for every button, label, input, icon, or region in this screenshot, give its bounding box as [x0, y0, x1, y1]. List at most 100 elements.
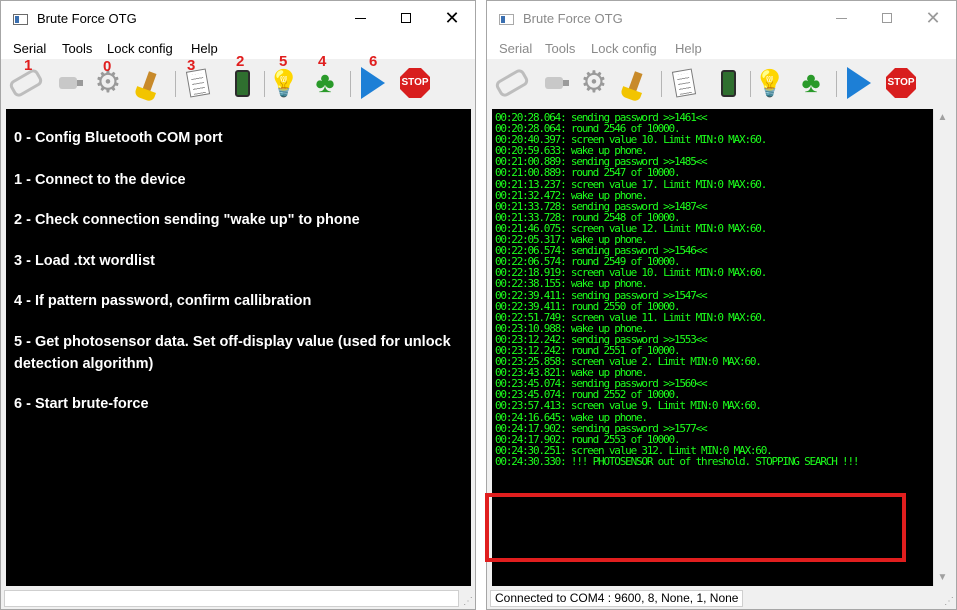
brute-force-window-instructions: Brute Force OTG ✕ Serial Tools Lock conf… — [0, 0, 476, 610]
instruction-line: 1 - Connect to the device — [14, 172, 186, 188]
disconnect-button[interactable] — [537, 65, 571, 101]
log-line: 00:24:30.330: !!! PHOTOSENSOR out of thr… — [495, 454, 860, 468]
title-bar[interactable]: Brute Force OTG ✕ — [487, 1, 956, 35]
clover-icon: ♣ — [801, 66, 821, 99]
step-number-wake-up: 2 — [236, 53, 245, 70]
maximize-button[interactable] — [864, 1, 910, 35]
chain-icon — [493, 67, 531, 99]
instruction-line: 6 - Start brute-force — [14, 396, 149, 412]
toolbar-separator — [264, 71, 265, 97]
clear-console-button[interactable] — [132, 65, 166, 101]
menu-help[interactable]: Help — [191, 41, 218, 56]
close-button[interactable]: ✕ — [429, 1, 475, 35]
menu-tools[interactable]: Tools — [62, 41, 92, 56]
scroll-up-icon[interactable]: ▲ — [934, 109, 951, 126]
broom-icon — [627, 71, 643, 95]
menu-serial[interactable]: Serial — [499, 41, 532, 56]
close-button[interactable]: ✕ — [910, 1, 956, 35]
toolbar-separator — [750, 71, 751, 97]
brute-force-window-log: Brute Force OTG ✕ Serial Tools Lock conf… — [486, 0, 957, 610]
toolbar-separator — [661, 71, 662, 97]
stop-icon: STOP — [400, 68, 430, 98]
resize-grip-icon[interactable]: ⋰ — [463, 596, 473, 607]
plug-icon — [545, 77, 569, 89]
start-button[interactable] — [356, 65, 390, 101]
status-panel — [4, 590, 459, 607]
log-lines: 00:20:28.064: sending password >>1461<< 0… — [492, 109, 934, 467]
minimize-button[interactable] — [818, 1, 864, 35]
menu-lock-config[interactable]: Lock config — [107, 41, 173, 56]
toolbar: ⚙ 💡 ♣ STOP — [487, 59, 956, 105]
stop-button[interactable]: STOP — [398, 65, 432, 101]
wake-up-phone-button[interactable] — [711, 65, 745, 101]
resize-grip-icon[interactable]: ⋰ — [944, 596, 954, 607]
step-number-connect: 1 — [24, 57, 33, 74]
wordlist-icon — [671, 68, 697, 98]
photosensor-button[interactable]: 💡 — [753, 65, 787, 101]
calibration-button[interactable]: ♣ — [794, 65, 828, 101]
clover-icon: ♣ — [315, 66, 335, 99]
stop-icon: STOP — [886, 68, 916, 98]
minimize-button[interactable] — [337, 1, 383, 35]
config-port-button[interactable]: ⚙ — [577, 65, 611, 101]
console-output: 0 - Config Bluetooth COM port 1 - Connec… — [6, 109, 471, 586]
disconnect-button[interactable] — [51, 65, 85, 101]
calibration-button[interactable]: ♣ — [308, 65, 342, 101]
menu-help[interactable]: Help — [675, 41, 702, 56]
play-icon — [847, 67, 871, 99]
instruction-line: 3 - Load .txt wordlist — [14, 253, 155, 269]
minimize-icon — [354, 17, 366, 19]
log-line: 00:24:16.645: wake up phone. — [495, 410, 648, 424]
step-number-start: 6 — [369, 53, 378, 70]
menu-serial[interactable]: Serial — [13, 41, 46, 56]
load-wordlist-button[interactable] — [667, 65, 701, 101]
toolbar-separator — [175, 71, 176, 97]
gear-icon: ⚙ — [580, 66, 608, 99]
step-number-calibration: 4 — [318, 53, 327, 70]
connection-status: Connected to COM4 : 9600, 8, None, 1, No… — [490, 590, 744, 607]
maximize-button[interactable] — [383, 1, 429, 35]
log-line: 00:23:57.413: screen value 9. Limit MIN:… — [495, 399, 762, 413]
menu-tools[interactable]: Tools — [545, 41, 575, 56]
wake-up-phone-button[interactable] — [225, 65, 259, 101]
console-log: 00:20:28.064: sending password >>1461<< 0… — [492, 109, 934, 586]
toolbar-separator — [836, 71, 837, 97]
log-line: 00:21:00.889: round 2547 of 10000. — [495, 166, 681, 180]
app-icon — [13, 14, 28, 25]
app-icon — [499, 14, 514, 25]
play-icon — [361, 67, 385, 99]
photosensor-button[interactable]: 💡 — [267, 65, 301, 101]
log-line: 00:22:39.411: sending password >>1547<< — [495, 288, 708, 302]
clear-console-button[interactable] — [618, 65, 652, 101]
instruction-line: 4 - If pattern password, confirm callibr… — [14, 293, 312, 309]
toolbar-separator — [350, 71, 351, 97]
stop-button[interactable]: STOP — [884, 65, 918, 101]
instruction-line: 2 - Check connection sending "wake up" t… — [14, 212, 360, 228]
instruction-line: 5 - Get photosensor data. Set off-displa… — [14, 334, 451, 372]
step-number-photosensor: 5 — [279, 53, 288, 70]
phone-icon — [234, 69, 250, 97]
close-icon: ✕ — [925, 7, 941, 28]
phone-icon — [720, 69, 736, 97]
vertical-scrollbar[interactable]: ▲ ▼ — [933, 109, 951, 586]
log-line: 00:22:38.155: wake up phone. — [495, 277, 648, 291]
maximize-icon — [401, 13, 411, 23]
window-title: Brute Force OTG — [523, 11, 623, 26]
maximize-icon — [882, 13, 892, 23]
instruction-line: 0 - Config Bluetooth COM port — [14, 130, 223, 146]
start-button[interactable] — [842, 65, 876, 101]
scroll-down-icon[interactable]: ▼ — [934, 569, 951, 586]
window-title: Brute Force OTG — [37, 11, 137, 26]
menu-bar: Serial Tools Lock config Help — [487, 35, 956, 59]
step-number-config: 0 — [103, 58, 112, 75]
step-number-wordlist: 3 — [187, 57, 196, 74]
status-bar: ⋰ — [1, 587, 475, 609]
title-bar[interactable]: Brute Force OTG ✕ — [1, 1, 475, 35]
status-bar: Connected to COM4 : 9600, 8, None, 1, No… — [487, 587, 956, 609]
connect-button[interactable] — [493, 65, 531, 101]
log-line: 00:21:13.237: screen value 17. Limit MIN… — [495, 177, 767, 191]
menu-lock-config[interactable]: Lock config — [591, 41, 657, 56]
broom-icon — [141, 71, 157, 95]
close-icon: ✕ — [444, 7, 460, 28]
minimize-icon — [835, 17, 847, 19]
